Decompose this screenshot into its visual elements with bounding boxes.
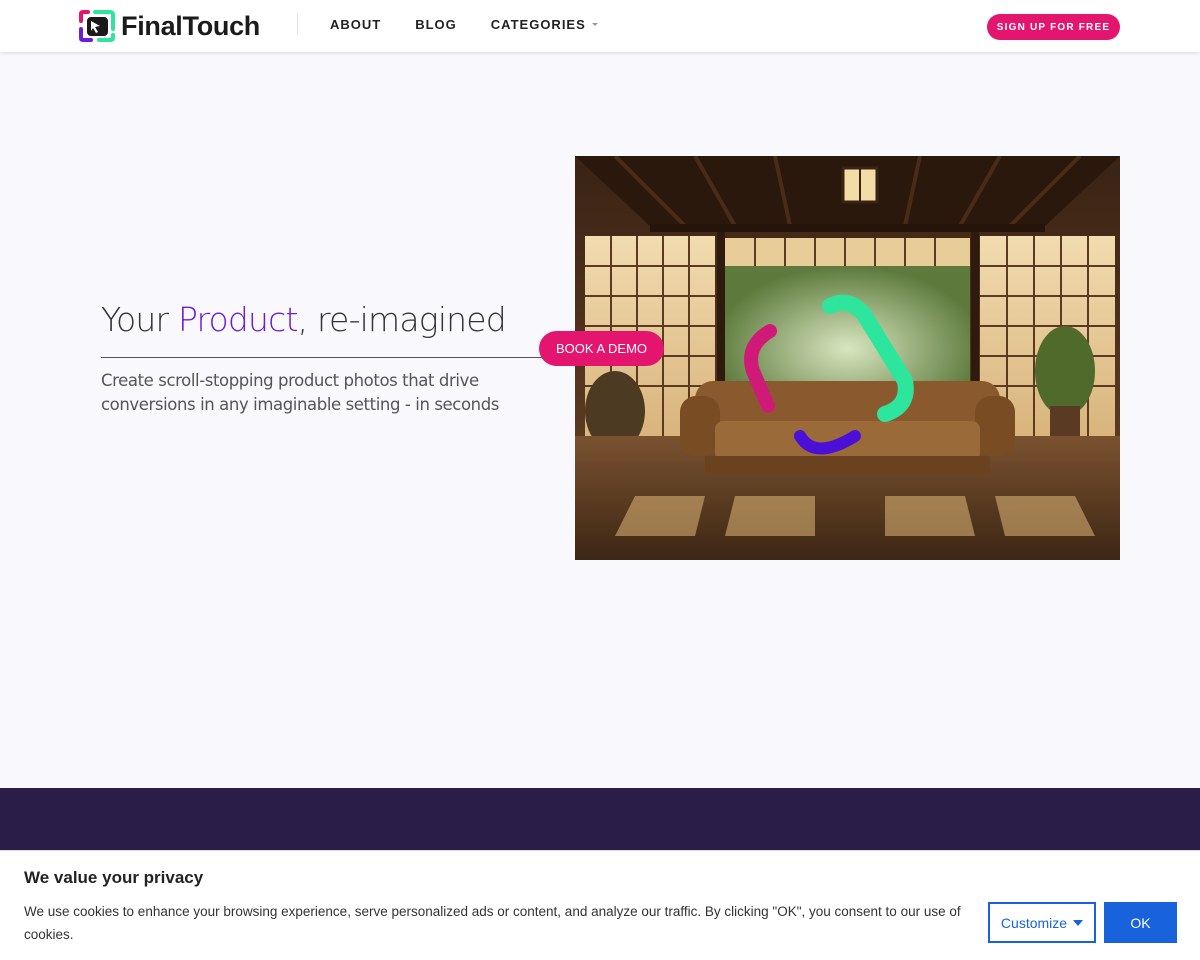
customize-label: Customize: [1000, 914, 1068, 931]
hero-rule: [101, 357, 556, 358]
nav-about[interactable]: ABOUT: [330, 17, 381, 32]
logo-icon: [79, 9, 115, 43]
signup-button[interactable]: SIGN UP FOR FREE: [987, 14, 1120, 40]
ok-button[interactable]: OK: [1104, 902, 1177, 943]
cookie-title: We value your privacy: [24, 868, 204, 887]
hero-subtitle: Create scroll-stopping product photos th…: [101, 371, 499, 414]
site-header: FinalTouch ABOUT BLOG CATEGORIES SIGN UP…: [0, 0, 1200, 52]
main-nav: ABOUT BLOG CATEGORIES: [330, 17, 632, 32]
brand-name: FinalTouch: [121, 10, 260, 41]
logo[interactable]: FinalTouch: [79, 9, 260, 43]
chevron-down-icon: [591, 23, 598, 26]
cookie-text: We use cookies to enhance your browsing …: [24, 904, 961, 942]
hero-title: Your Product, re-imagined: [101, 300, 507, 339]
nav-categories-label: CATEGORIES: [490, 17, 586, 32]
nav-categories[interactable]: CATEGORIES: [491, 17, 598, 32]
header-divider: [297, 14, 298, 34]
hero-title-post: , re-imagined: [297, 300, 507, 339]
caret-down-icon: [1073, 919, 1084, 926]
nav-blog[interactable]: BLOG: [415, 17, 457, 32]
cookie-banner: We value your privacy We use cookies to …: [0, 850, 1200, 960]
customize-button[interactable]: Customize: [988, 902, 1096, 943]
hero-title-pre: Your: [101, 300, 178, 339]
book-demo-button[interactable]: BOOK A DEMO: [539, 331, 664, 366]
hero-title-accent: Product: [177, 300, 299, 339]
